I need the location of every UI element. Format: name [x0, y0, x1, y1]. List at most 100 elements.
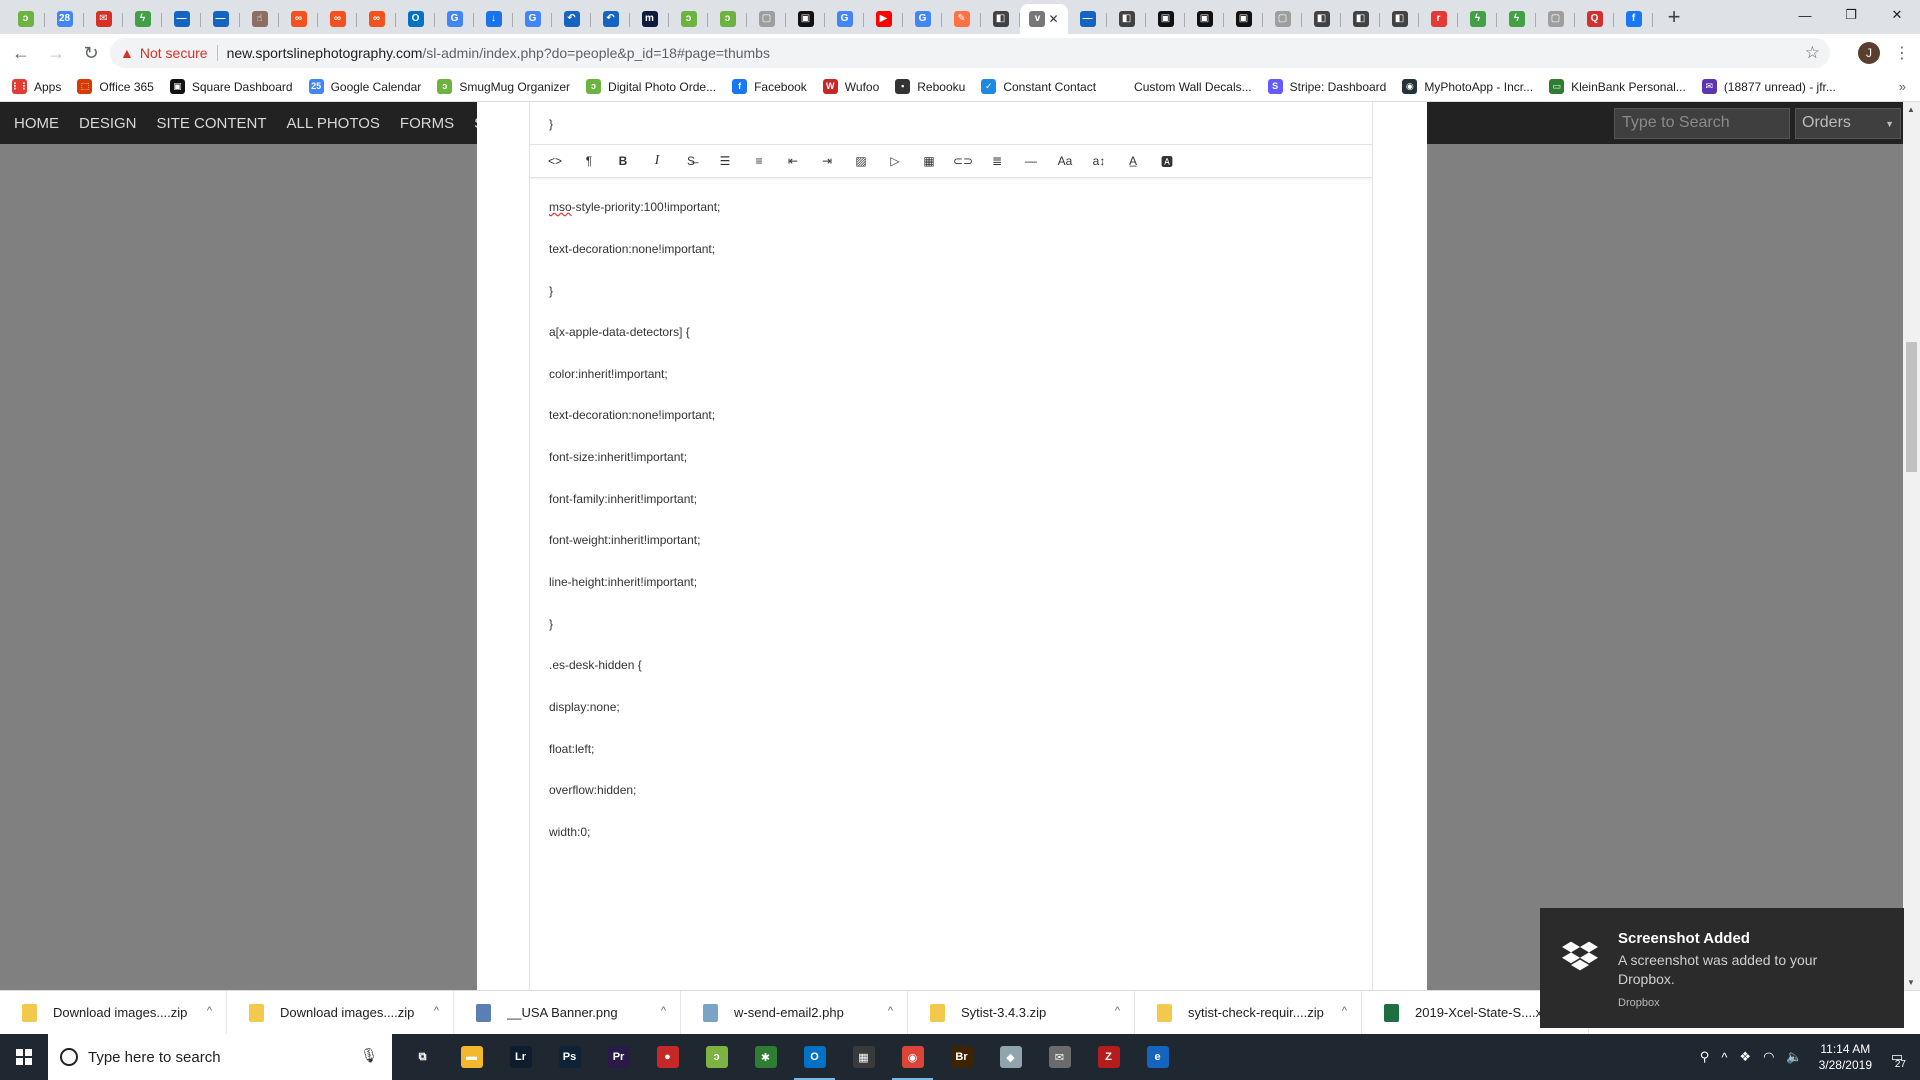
bookmark-item[interactable]: W Wufoo — [822, 79, 879, 94]
page-scrollbar[interactable]: ▲ ▼ — [1903, 102, 1920, 990]
bookmark-item[interactable]: Custom Wall Decals... — [1112, 79, 1252, 94]
download-item[interactable]: Download images....zip ^ — [227, 990, 454, 1035]
code-line[interactable]: overflow:hidden; — [549, 783, 636, 797]
taskbar-app[interactable]: ⧉ — [398, 1034, 447, 1080]
dropbox-tray-icon[interactable]: ❖ — [1739, 1049, 1751, 1065]
browser-tab[interactable]: ↶ — [591, 4, 630, 34]
bookmark-item[interactable]: ↄ SmugMug Organizer — [437, 79, 570, 94]
browser-tab[interactable]: ▣ — [1146, 4, 1185, 34]
bookmark-item[interactable]: ⋮⋮ Apps — [11, 79, 61, 94]
taskbar-app[interactable]: ✉ — [1035, 1034, 1084, 1080]
browser-tab[interactable]: G — [435, 4, 474, 34]
browser-tab[interactable]: ↄ — [669, 4, 708, 34]
browser-tab[interactable]: 28 — [45, 4, 84, 34]
scrollbar-thumb[interactable] — [1906, 342, 1917, 472]
wifi-icon[interactable]: ◠ — [1763, 1049, 1774, 1065]
scroll-up-arrow-icon[interactable]: ▲ — [1907, 105, 1915, 114]
bold-button[interactable]: B — [606, 147, 640, 175]
code-line[interactable]: font-family:inherit!important; — [549, 492, 697, 506]
font-size-button[interactable]: Aa — [1048, 147, 1082, 175]
horizontal-rule-button[interactable]: — — [1014, 147, 1048, 175]
taskbar-app[interactable]: ◆ — [986, 1034, 1035, 1080]
browser-tab[interactable]: ▶ — [864, 4, 903, 34]
taskbar-app[interactable]: ↄ — [692, 1034, 741, 1080]
browser-tab[interactable]: ✉ — [84, 4, 123, 34]
insert-video-button[interactable]: ▷ — [878, 147, 912, 175]
browser-tab[interactable]: ↶ — [552, 4, 591, 34]
align-button[interactable]: ≣ — [980, 147, 1014, 175]
browser-tab[interactable]: Q — [1575, 4, 1614, 34]
chevron-up-icon[interactable]: ^ — [888, 1005, 893, 1017]
code-view-button[interactable]: <> — [538, 147, 572, 175]
close-window-button[interactable]: ✕ — [1874, 0, 1920, 30]
code-line[interactable]: float:left; — [549, 742, 594, 756]
browser-tab[interactable]: G — [513, 4, 552, 34]
address-bar[interactable]: ▲ Not secure new.sportslinephotography.c… — [110, 38, 1830, 68]
browser-tab[interactable]: ◧ — [1380, 4, 1419, 34]
code-line[interactable]: } — [549, 284, 553, 298]
indent-button[interactable]: ⇥ — [810, 147, 844, 175]
rich-text-editor[interactable]: }.es-button {mso-style-priority:100!impo… — [529, 102, 1373, 990]
browser-tab[interactable]: ▣ — [1185, 4, 1224, 34]
browser-tab[interactable]: ✎ — [942, 4, 981, 34]
bookmark-item[interactable]: S Stripe: Dashboard — [1267, 79, 1386, 94]
dropbox-notification[interactable]: Screenshot Added A screenshot was added … — [1540, 908, 1904, 1028]
orders-select[interactable]: Orders ▼ — [1795, 108, 1901, 139]
chevron-up-icon[interactable]: ^ — [207, 1005, 212, 1017]
browser-tab[interactable]: ↄ — [708, 4, 747, 34]
site-search-input[interactable]: Type to Search — [1614, 108, 1790, 139]
browser-tab[interactable]: G — [825, 4, 864, 34]
browser-tab[interactable]: f — [1614, 4, 1653, 34]
taskbar-app[interactable]: O — [790, 1034, 839, 1080]
chevron-up-icon[interactable]: ^ — [434, 1005, 439, 1017]
browser-tab[interactable]: ↓ — [474, 4, 513, 34]
browser-tab[interactable]: ϟ — [1458, 4, 1497, 34]
not-secure-label[interactable]: Not secure — [140, 45, 208, 61]
browser-tab[interactable]: ▢ — [747, 4, 786, 34]
url-text[interactable]: new.sportslinephotography.com/sl-admin/i… — [227, 45, 770, 61]
kebab-menu-icon[interactable]: ⋮ — [1894, 43, 1910, 63]
browser-tab[interactable]: ▢ — [1263, 4, 1302, 34]
code-line[interactable]: color:inherit!important; — [549, 367, 668, 381]
warning-triangle-icon[interactable]: ▲ — [120, 45, 134, 61]
chevron-up-icon[interactable]: ^ — [1721, 1050, 1727, 1065]
browser-tab[interactable]: ∞ — [279, 4, 318, 34]
taskbar-app[interactable]: ▬ — [447, 1034, 496, 1080]
taskbar-app[interactable]: Z — [1084, 1034, 1133, 1080]
bookmark-star-icon[interactable]: ☆ — [1805, 43, 1820, 63]
browser-tab[interactable]: r — [1419, 4, 1458, 34]
microphone-icon[interactable]: 🎙 — [360, 1047, 378, 1064]
font-color-button[interactable]: A̲ — [1116, 147, 1150, 175]
browser-tab[interactable]: m — [630, 4, 669, 34]
taskbar-app[interactable]: ✱ — [741, 1034, 790, 1080]
bookmark-item[interactable]: ▪ Rebooku — [895, 79, 965, 94]
minimize-button[interactable]: — — [1782, 0, 1828, 30]
new-tab-button[interactable]: + — [1659, 2, 1689, 32]
browser-tab[interactable]: — — [162, 4, 201, 34]
background-color-button[interactable]: 🅰 — [1150, 147, 1184, 175]
strikethrough-button[interactable]: S̶ — [674, 147, 708, 175]
taskbar-app[interactable]: Pr — [594, 1034, 643, 1080]
chevron-up-icon[interactable]: ^ — [1342, 1005, 1347, 1017]
browser-tab[interactable]: ◧ — [1107, 4, 1146, 34]
code-line[interactable]: display:none; — [549, 700, 620, 714]
browser-tab[interactable]: ☝ — [240, 4, 279, 34]
bookmark-item[interactable]: ⬚ Office 365 — [77, 79, 154, 94]
browser-tab[interactable]: — — [1068, 4, 1107, 34]
taskbar-app[interactable]: Ps — [545, 1034, 594, 1080]
forward-button[interactable]: → — [42, 39, 70, 67]
line-height-button[interactable]: a↕ — [1082, 147, 1116, 175]
chevron-up-icon[interactable]: ^ — [661, 1005, 666, 1017]
download-item[interactable]: sytist-check-requir....zip ^ — [1135, 990, 1362, 1035]
outdent-button[interactable]: ⇤ — [776, 147, 810, 175]
restore-button[interactable]: ❐ — [1828, 0, 1874, 30]
code-line[interactable]: mso-style-priority:100!important; — [549, 200, 720, 214]
download-item[interactable]: __USA Banner.png ^ — [454, 990, 681, 1035]
taskbar-app[interactable]: ▦ — [839, 1034, 888, 1080]
paragraph-button[interactable]: ¶ — [572, 147, 606, 175]
download-item[interactable]: w-send-email2.php ^ — [681, 990, 908, 1035]
browser-tab[interactable]: ∞ — [357, 4, 396, 34]
browser-tab[interactable]: ∞ — [318, 4, 357, 34]
code-line[interactable]: text-decoration:none!important; — [549, 408, 715, 422]
code-line[interactable]: a[x-apple-data-detectors] { — [549, 325, 690, 339]
